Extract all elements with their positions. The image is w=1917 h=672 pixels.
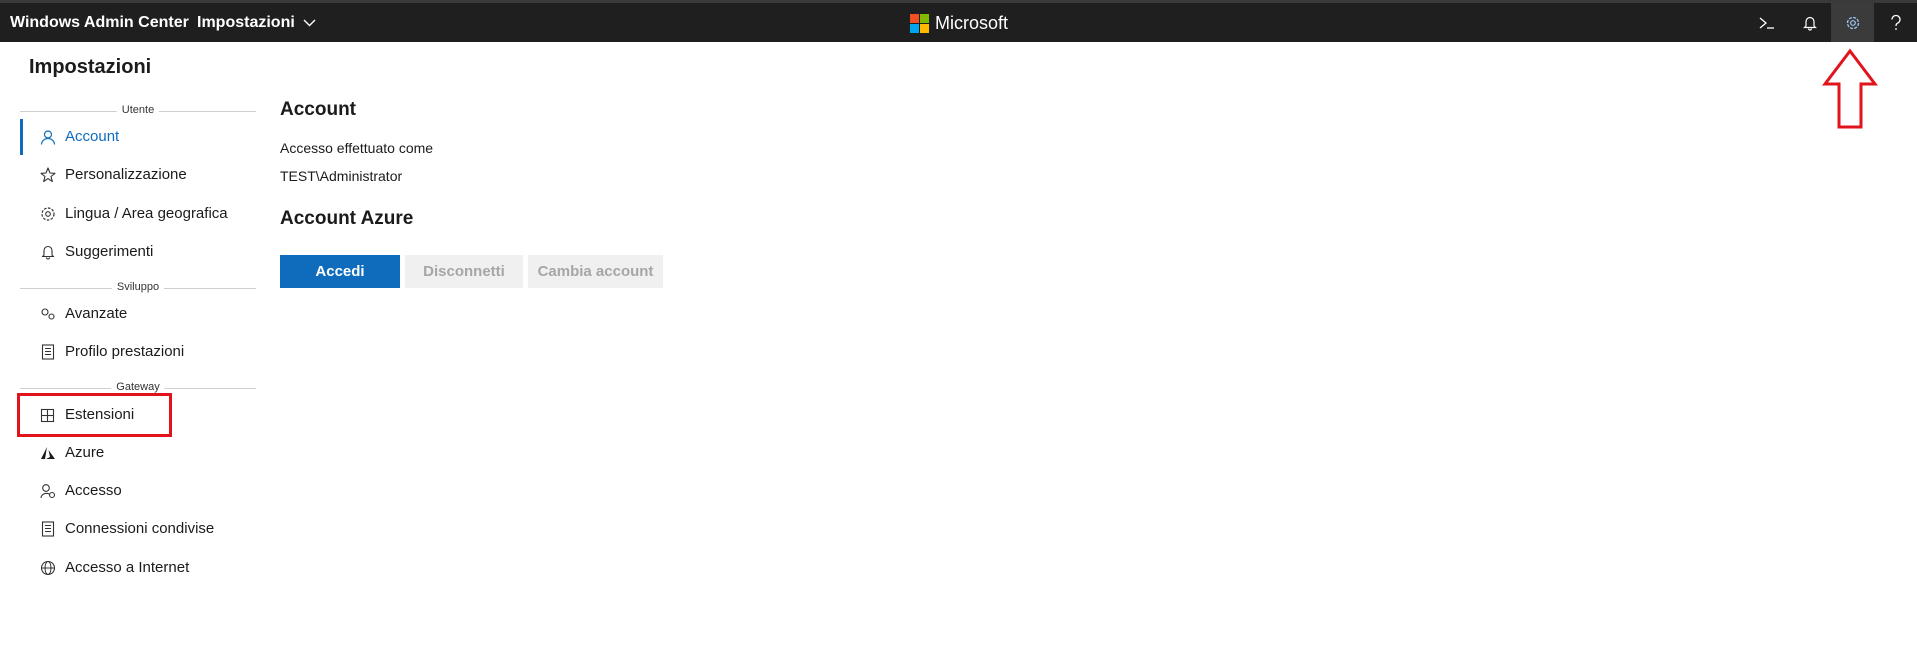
sidebar-item-label: Suggerimenti [65,243,154,260]
section-label: Gateway [111,381,165,393]
settings-icon [1846,16,1859,29]
powershell-icon [1759,17,1774,29]
bell-icon [41,245,55,260]
sidebar-item-label: Estensioni [65,406,135,423]
sidebar-item-label: Avanzate [65,305,128,322]
sidebar-item-label: Accesso [65,482,122,499]
chevron-down-icon [303,19,316,27]
sidebar-item-lingua[interactable]: Lingua / Area geografica [20,196,256,232]
advanced-icon [41,308,55,320]
document-icon [41,344,55,360]
sidebar-item-label: Azure [65,444,105,461]
logo-square-yellow [920,24,929,33]
section-header-sviluppo: Sviluppo [20,281,256,295]
globe-icon [40,560,56,576]
up-arrow-annotation-icon [1822,48,1878,129]
sign-in-button[interactable]: Accedi [280,255,400,288]
sidebar-item-label: Personalizzazione [65,166,187,183]
switch-account-button[interactable]: Cambia account [528,255,663,288]
signed-in-label: Accesso effettuato come [280,140,434,156]
access-icon [40,484,56,499]
logo-square-blue [910,24,919,33]
section-label: Sviluppo [111,281,165,293]
sidebar-item-connessioni-condivise[interactable]: Connessioni condivise [20,511,256,547]
top-bar: Windows Admin Center Impostazioni Micros… [0,0,1917,42]
help-button[interactable] [1874,3,1917,42]
sidebar-item-personalizzazione[interactable]: Personalizzazione [20,157,256,193]
extensions-icon [40,408,55,423]
account-heading: Account [280,99,356,120]
microsoft-brand: Microsoft [910,13,1008,34]
person-icon [40,130,56,145]
gear-icon [41,207,55,221]
powershell-button[interactable] [1745,3,1788,42]
signed-in-user: TEST\Administrator [280,168,403,184]
sidebar-item-label: Account [65,128,120,145]
logo-square-green [920,14,929,23]
sidebar-item-accesso-internet[interactable]: Accesso a Internet [20,550,256,586]
sidebar-item-suggerimenti[interactable]: Suggerimenti [20,234,256,270]
sidebar-item-profilo-prestazioni[interactable]: Profilo prestazioni [20,334,256,370]
star-icon [40,167,56,183]
sidebar-item-estensioni[interactable]: Estensioni [20,397,256,433]
microsoft-logo-icon [910,14,929,33]
sidebar-item-avanzate[interactable]: Avanzate [20,296,256,332]
top-icons [1745,3,1917,42]
sign-out-button[interactable]: Disconnetti [405,255,523,288]
page-title: Impostazioni [29,56,152,78]
section-header-utente: Utente [20,104,256,118]
sidebar-item-label: Connessioni condivise [65,520,215,537]
logo-square-red [910,14,919,23]
sidebar-item-label: Lingua / Area geografica [65,205,228,222]
section-header-gateway: Gateway [20,381,256,395]
tool-menu-dropdown[interactable]: Impostazioni [197,14,316,32]
app-title[interactable]: Windows Admin Center [10,14,189,32]
azure-icon [41,447,55,459]
sidebar-item-label: Accesso a Internet [65,559,190,576]
sidebar-item-label: Profilo prestazioni [65,343,185,360]
help-icon [1890,14,1901,30]
document-icon [41,521,55,537]
notifications-icon [1802,16,1817,31]
tool-menu-label: Impostazioni [197,14,295,31]
azure-account-heading: Account Azure [280,208,414,229]
section-label: Utente [116,104,160,116]
settings-button[interactable] [1831,3,1874,42]
brand-name: Microsoft [935,13,1009,33]
sidebar-item-azure[interactable]: Azure [20,435,256,471]
notifications-button[interactable] [1788,3,1831,42]
sidebar-item-accesso[interactable]: Accesso [20,473,256,509]
sidebar-item-account[interactable]: Account [20,119,256,155]
